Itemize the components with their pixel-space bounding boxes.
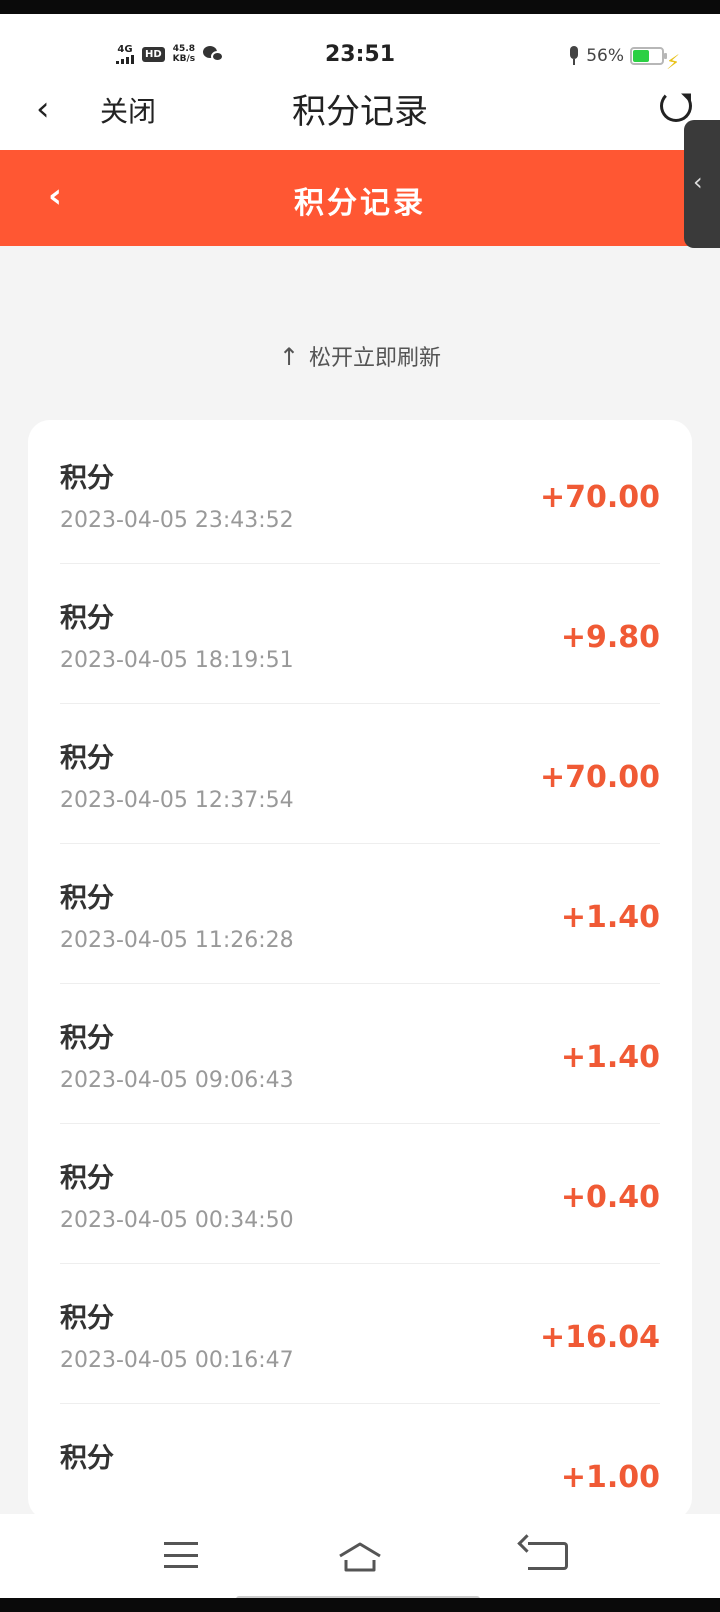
record-date: 2023-04-05 23:43:52: [60, 508, 294, 533]
record-title: 积分: [60, 883, 114, 914]
record-amount: +70.00: [539, 480, 660, 515]
record-date: 2023-04-05 00:16:47: [60, 1348, 294, 1373]
pull-refresh-text: 松开立即刷新: [309, 346, 442, 371]
record-title: 积分: [60, 1303, 114, 1334]
list-item[interactable]: 积分 2023-04-05 09:06:43 +1.40: [60, 980, 660, 1124]
refresh-icon[interactable]: [660, 90, 692, 122]
record-amount: +9.80: [560, 620, 660, 655]
list-item[interactable]: 积分 2023-04-05 12:37:54 +70.00: [60, 700, 660, 844]
list-item[interactable]: 积分 2023-04-05 11:26:28 +1.40: [60, 840, 660, 984]
top-edge: [0, 0, 720, 14]
nav-bar: ‹ 关闭 积分记录: [0, 76, 720, 150]
record-title: 积分: [60, 1163, 114, 1194]
page-title: 积分记录: [292, 92, 428, 132]
battery-icon: [630, 47, 667, 65]
back-nav-icon[interactable]: [528, 1542, 568, 1570]
records-list: 积分 2023-04-05 23:43:52 +70.00 积分 2023-04…: [28, 420, 692, 1520]
record-title: 积分: [60, 743, 114, 774]
list-item[interactable]: 积分 2023-04-05 18:19:51 +9.80: [60, 560, 660, 704]
status-bar: 4G HD 45.8 KB/s 23:51 56% ⚡: [0, 14, 720, 76]
microphone-icon: [568, 46, 580, 66]
battery-percent: 56%: [586, 46, 624, 66]
record-date: 2023-04-05 00:34:50: [60, 1208, 294, 1233]
chevron-left-icon: ‹: [693, 168, 703, 196]
record-date: 2023-04-05 12:37:54: [60, 788, 294, 813]
record-title: 积分: [60, 603, 114, 634]
record-date: 2023-04-05 18:19:51: [60, 648, 294, 673]
record-title: 积分: [60, 1023, 114, 1054]
record-amount: +70.00: [539, 760, 660, 795]
points-header: ‹ 积分记录: [0, 150, 720, 246]
arrow-up-icon: ↑: [278, 343, 300, 371]
record-amount: +1.40: [560, 900, 660, 935]
record-title: 积分: [60, 1443, 114, 1474]
list-item[interactable]: 积分 2023-04-05 23:43:52 +70.00: [60, 420, 660, 564]
charging-icon: ⚡: [665, 50, 680, 74]
side-drawer-handle[interactable]: ‹: [684, 120, 720, 248]
header-title: 积分记录: [294, 186, 426, 221]
record-date: 2023-04-05 11:26:28: [60, 928, 294, 953]
record-amount: +1.00: [560, 1460, 660, 1495]
record-title: 积分: [60, 463, 114, 494]
home-icon[interactable]: [336, 1540, 384, 1574]
pull-refresh-hint: ↑ 松开立即刷新: [0, 340, 720, 372]
list-item[interactable]: 积分 2023-04-05 00:16:47 +16.04: [60, 1260, 660, 1404]
record-amount: +16.04: [539, 1320, 660, 1355]
record-date: 2023-04-05 09:06:43: [60, 1068, 294, 1093]
menu-icon[interactable]: [164, 1542, 198, 1568]
record-amount: +0.40: [560, 1180, 660, 1215]
list-item[interactable]: 积分 +1.00: [60, 1400, 660, 1520]
list-item[interactable]: 积分 2023-04-05 00:34:50 +0.40: [60, 1120, 660, 1264]
record-amount: +1.40: [560, 1040, 660, 1075]
bottom-edge: [0, 1598, 720, 1612]
